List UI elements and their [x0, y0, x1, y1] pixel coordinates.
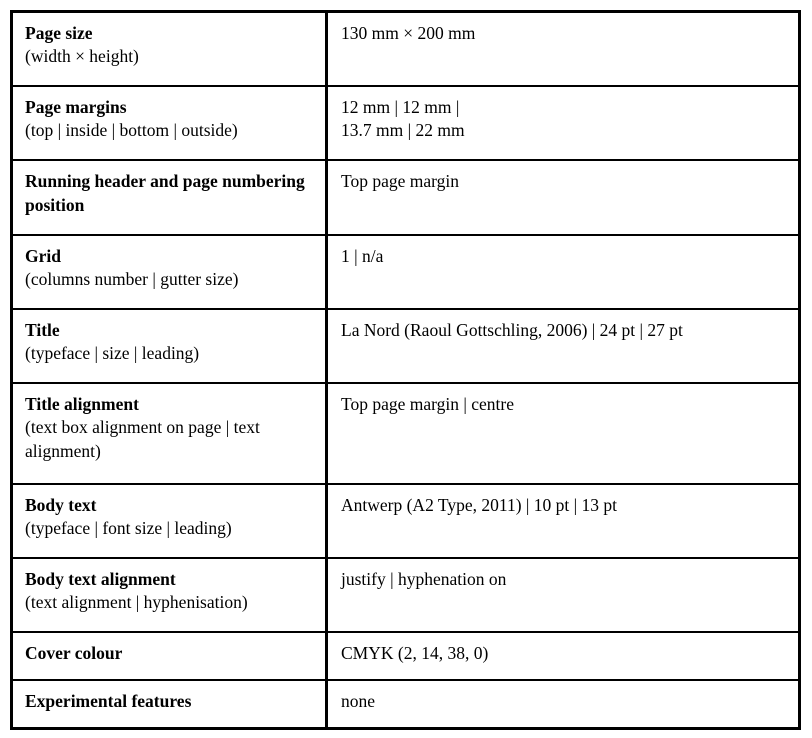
- spec-label-content: Body text alignment (text alignment | hyp…: [13, 559, 325, 623]
- spec-label-content: Body text (typeface | font size | leading…: [13, 485, 325, 549]
- spec-value-content: CMYK (2, 14, 38, 0): [328, 633, 798, 673]
- table-row: Cover colour CMYK (2, 14, 38, 0): [13, 632, 798, 682]
- spec-value-text: none: [341, 691, 376, 712]
- spec-value-cell: Antwerp (A2 Type, 2011) | 10 pt | 13 pt: [326, 483, 798, 560]
- spec-value-cell: 130 mm × 200 mm: [326, 13, 798, 88]
- spec-label-content: Title (typeface | size | leading): [13, 310, 325, 374]
- spec-value-text: Top page margin: [341, 171, 460, 192]
- table-row: Title alignment (text box alignment on pa…: [13, 383, 798, 485]
- spec-label-cell: Title (typeface | size | leading): [13, 308, 328, 385]
- spec-label-title: Cover colour: [25, 643, 123, 664]
- spec-value-text: La Nord (Raoul Gottschling, 2006) | 24 p…: [341, 319, 683, 340]
- spec-value-content: 130 mm × 200 mm: [328, 13, 798, 53]
- spec-label-title: Body text: [25, 494, 97, 515]
- spec-value-cell: CMYK (2, 14, 38, 0): [326, 632, 798, 682]
- table-row: Running header and page numbering positi…: [13, 160, 798, 236]
- spec-value-text: 1 | n/a: [341, 245, 384, 266]
- spec-value-cell: Top page margin | centre: [326, 383, 798, 485]
- spec-label-title: Body text alignment: [25, 569, 176, 589]
- spec-value-content: 1 | n/a: [328, 236, 798, 276]
- spec-value-text: CMYK (2, 14, 38, 0): [341, 643, 489, 664]
- spec-label-cell: Body text (typeface | font size | leading…: [13, 483, 328, 560]
- spec-value-cell: Top page margin: [326, 160, 798, 236]
- spec-label-content: Cover colour: [13, 633, 325, 673]
- table-row: Body text (typeface | font size | leading…: [13, 483, 798, 560]
- spec-label-content: Experimental features: [13, 681, 325, 721]
- spec-label-cell: Page margins (top | inside | bottom | out…: [13, 86, 328, 162]
- spec-value-text: Antwerp (A2 Type, 2011) | 10 pt | 13 pt: [341, 494, 618, 515]
- spec-label-sublabel: (top | inside | bottom | outside): [25, 120, 238, 141]
- spec-label-content: Page size (width × height): [13, 13, 325, 77]
- spec-label-sublabel: (typeface | size | leading): [25, 343, 200, 364]
- spec-label-title: Experimental features: [25, 691, 192, 712]
- spec-value-cell: 1 | n/a: [326, 234, 798, 310]
- spec-value-text: 12 mm | 12 mm | 13.7 mm | 22 mm: [341, 97, 465, 141]
- spec-label-title: Grid: [25, 245, 61, 266]
- spec-label-sublabel: (width × height): [25, 46, 139, 67]
- specification-table-container: Page size (width × height) 130 mm × 200 mm…: [10, 10, 801, 730]
- table-row: Body text alignment (text alignment | hyp…: [13, 558, 798, 634]
- spec-value-content: Top page margin | centre: [328, 384, 798, 424]
- spec-value-cell: none: [327, 680, 799, 727]
- spec-value-content: none: [328, 681, 798, 721]
- spec-label-title: Page size: [25, 23, 93, 43]
- spec-label-cell: Title alignment (text box alignment on pa…: [13, 383, 328, 485]
- spec-label-cell: Experimental features: [13, 680, 328, 727]
- spec-label-sublabel: (text box alignment on page | text align…: [25, 417, 260, 461]
- spec-value-text: 130 mm × 200 mm: [341, 23, 476, 43]
- spec-label-sublabel: (text alignment | hyphenisation): [25, 592, 248, 613]
- specification-table-body: Page size (width × height) 130 mm × 200 mm…: [13, 13, 798, 727]
- spec-value-text: justify | hyphenation on: [341, 569, 507, 589]
- spec-label-content: Running header and page numbering positi…: [13, 161, 325, 225]
- specification-table: Page size (width × height) 130 mm × 200 mm…: [13, 13, 798, 727]
- spec-label-content: Page margins (top | inside | bottom | out…: [13, 87, 325, 151]
- spec-label-cell: Cover colour: [13, 632, 328, 682]
- table-row: Page size (width × height) 130 mm × 200 mm: [13, 13, 798, 88]
- spec-label-content: Grid (columns number | gutter size): [13, 236, 325, 300]
- spec-label-sublabel: (columns number | gutter size): [25, 268, 239, 289]
- table-row: Experimental features none: [13, 680, 798, 727]
- spec-label-cell: Grid (columns number | gutter size): [13, 234, 328, 310]
- spec-value-content: justify | hyphenation on: [328, 559, 798, 599]
- spec-value-cell: La Nord (Raoul Gottschling, 2006) | 24 p…: [326, 308, 798, 385]
- spec-value-content: Top page margin: [328, 161, 798, 201]
- spec-label-content: Title alignment (text box alignment on pa…: [13, 384, 325, 471]
- table-row: Grid (columns number | gutter size) 1 | n/…: [13, 234, 798, 310]
- spec-label-title: Running header and page numbering positi…: [25, 171, 305, 215]
- spec-label-cell: Body text alignment (text alignment | hyp…: [13, 558, 328, 634]
- spec-value-content: Antwerp (A2 Type, 2011) | 10 pt | 13 pt: [328, 485, 798, 525]
- spec-value-content: 12 mm | 12 mm | 13.7 mm | 22 mm: [328, 87, 798, 151]
- spec-label-cell: Running header and page numbering positi…: [13, 160, 328, 236]
- spec-label-sublabel: (typeface | font size | leading): [25, 518, 232, 539]
- spec-value-content: La Nord (Raoul Gottschling, 2006) | 24 p…: [328, 310, 798, 350]
- spec-label-cell: Page size (width × height): [13, 13, 328, 88]
- spec-label-title: Page margins: [25, 97, 127, 118]
- spec-label-title: Title alignment: [25, 394, 139, 415]
- spec-value-cell: justify | hyphenation on: [326, 558, 798, 634]
- table-row: Page margins (top | inside | bottom | out…: [13, 86, 798, 162]
- spec-value-cell: 12 mm | 12 mm | 13.7 mm | 22 mm: [326, 86, 798, 162]
- spec-value-text: Top page margin | centre: [341, 394, 515, 415]
- spec-label-title: Title: [25, 319, 60, 340]
- table-row: Title (typeface | size | leading) La Nord …: [13, 308, 798, 385]
